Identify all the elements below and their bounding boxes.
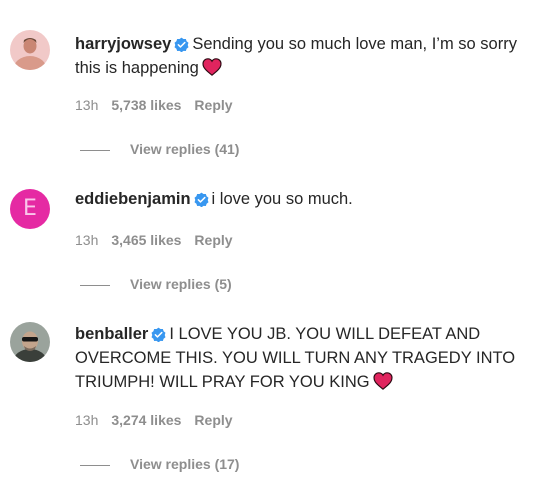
- heart-emoji-icon: [373, 372, 393, 390]
- replies-divider: [80, 284, 110, 286]
- comment-text-block: eddiebenjamin i love you so much.: [75, 187, 545, 211]
- comment-timestamp[interactable]: 13h: [75, 232, 98, 248]
- heart-emoji-icon: [202, 58, 222, 76]
- avatar[interactable]: [10, 322, 50, 362]
- comment-timestamp[interactable]: 13h: [75, 97, 98, 113]
- comment-meta: 13h 3,465 likes Reply: [75, 231, 246, 249]
- avatar[interactable]: E: [10, 189, 50, 229]
- view-replies-label[interactable]: View replies (17): [130, 456, 239, 472]
- username-link[interactable]: benballer: [75, 325, 148, 343]
- avatar-letter: E: [23, 196, 37, 221]
- view-replies-button[interactable]: View replies (5): [80, 275, 232, 293]
- likes-count[interactable]: 3,465 likes: [111, 232, 181, 248]
- verified-badge-icon: [151, 327, 166, 342]
- verified-badge-icon: [194, 192, 209, 207]
- view-replies-button[interactable]: View replies (41): [80, 140, 239, 158]
- comment-text: i love you so much.: [211, 190, 353, 208]
- view-replies-label[interactable]: View replies (5): [130, 276, 232, 292]
- comment-text-block: benballer I LOVE YOU JB. YOU WILL DEFEAT …: [75, 322, 545, 394]
- view-replies-label[interactable]: View replies (41): [130, 141, 239, 157]
- reply-button[interactable]: Reply: [194, 412, 232, 428]
- replies-divider: [80, 149, 110, 151]
- avatar[interactable]: [10, 30, 50, 70]
- comment-meta: 13h 5,738 likes Reply: [75, 96, 246, 114]
- comment-timestamp[interactable]: 13h: [75, 412, 98, 428]
- username-link[interactable]: eddiebenjamin: [75, 190, 191, 208]
- comment-meta: 13h 3,274 likes Reply: [75, 411, 246, 429]
- replies-divider: [80, 464, 110, 466]
- likes-count[interactable]: 3,274 likes: [111, 412, 181, 428]
- username-link[interactable]: harryjowsey: [75, 35, 171, 53]
- reply-button[interactable]: Reply: [194, 97, 232, 113]
- reply-button[interactable]: Reply: [194, 232, 232, 248]
- view-replies-button[interactable]: View replies (17): [80, 455, 239, 473]
- comment-text-block: harryjowsey Sending you so much love man,…: [75, 32, 545, 80]
- likes-count[interactable]: 5,738 likes: [111, 97, 181, 113]
- verified-badge-icon: [174, 37, 189, 52]
